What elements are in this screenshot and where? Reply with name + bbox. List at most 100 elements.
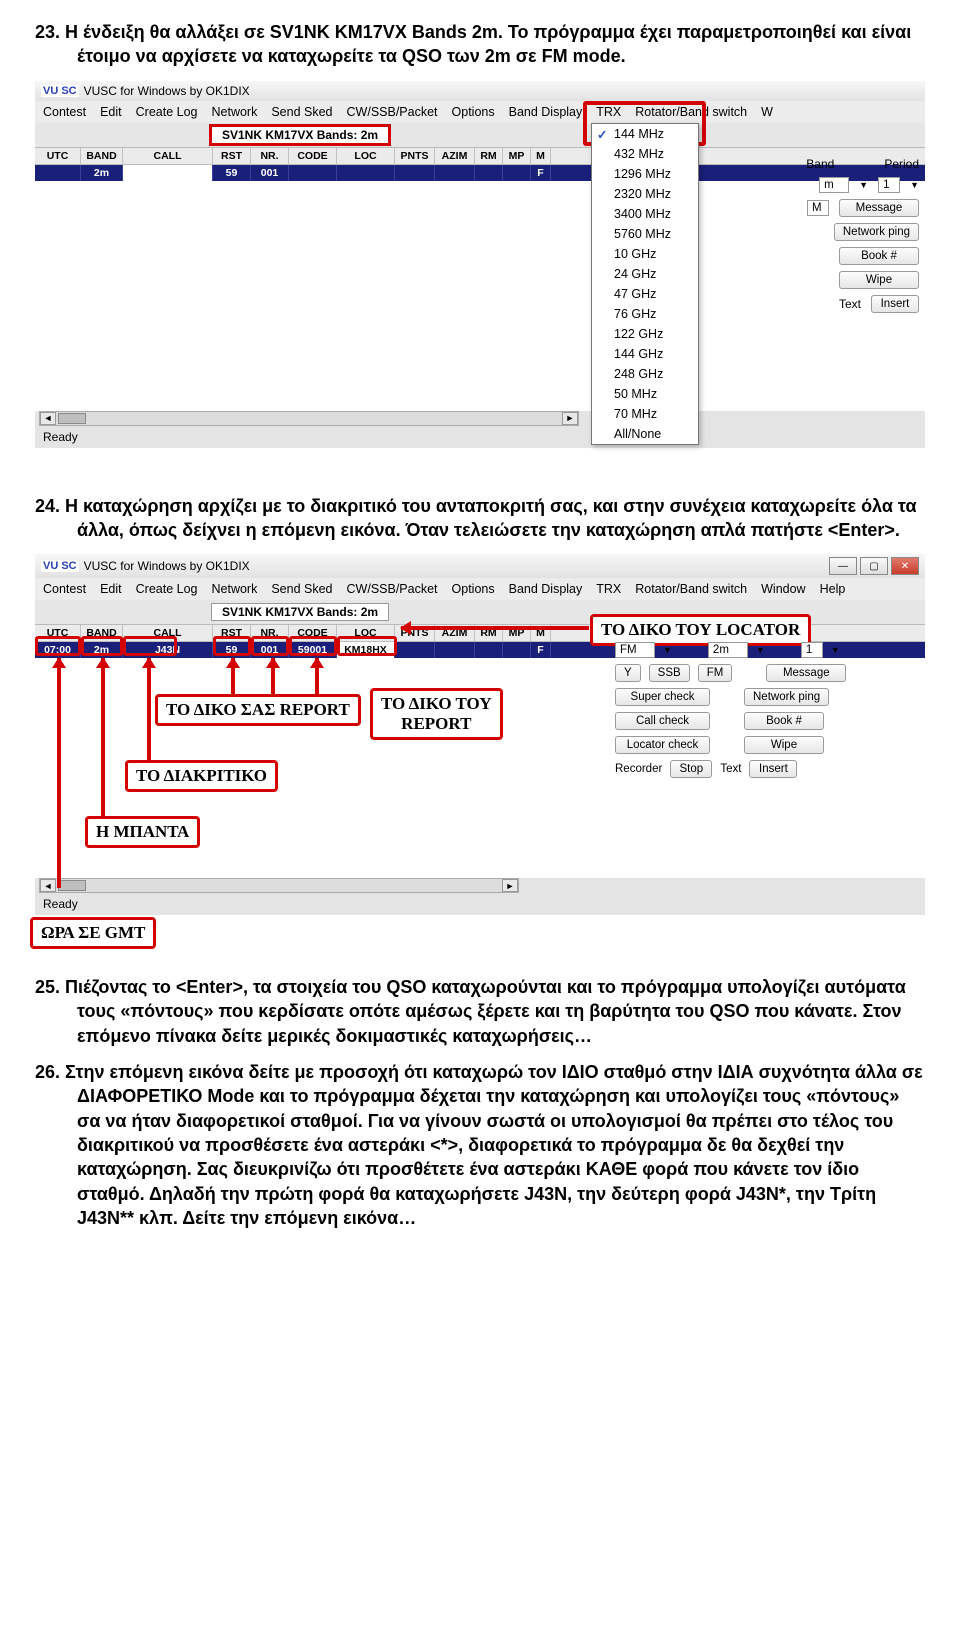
menu-send-sked[interactable]: Send Sked bbox=[271, 105, 332, 119]
close-icon[interactable]: ✕ bbox=[891, 557, 919, 575]
cell-utc[interactable]: 07:00 bbox=[35, 642, 81, 658]
cell-band[interactable]: 2m bbox=[81, 165, 123, 181]
cell-code[interactable]: 59001 bbox=[289, 642, 337, 658]
cell-nr[interactable]: 001 bbox=[251, 165, 289, 181]
maximize-icon[interactable]: ▢ bbox=[860, 557, 888, 575]
chevron-down-icon[interactable]: ▼ bbox=[756, 645, 765, 655]
chevron-down-icon[interactable]: ▼ bbox=[663, 645, 672, 655]
cell-pnts bbox=[395, 165, 435, 181]
menu-edit[interactable]: Edit bbox=[100, 105, 122, 119]
status-bar: Ready bbox=[35, 426, 925, 448]
dd-144mhz[interactable]: 144 MHz bbox=[592, 124, 698, 144]
scrollbar[interactable]: ◄ ► bbox=[39, 878, 519, 893]
menu-network[interactable]: Network bbox=[212, 105, 258, 119]
cell-loc[interactable] bbox=[337, 165, 395, 181]
dd-1296mhz[interactable]: 1296 MHz bbox=[592, 164, 698, 184]
btn-wipe[interactable]: Wipe bbox=[744, 736, 824, 754]
col-band: BAND bbox=[81, 148, 123, 164]
right-panel: BandPeriod m▼ 1▼ MMessage Network ping B… bbox=[714, 157, 919, 319]
cell-loc[interactable]: KM18HX bbox=[337, 642, 395, 658]
menu-cw-ssb-packet[interactable]: CW/SSB/Packet bbox=[347, 105, 438, 119]
dd-50mhz[interactable]: 50 MHz bbox=[592, 384, 698, 404]
chevron-down-icon[interactable]: ▼ bbox=[859, 180, 868, 190]
minimize-icon[interactable]: — bbox=[829, 557, 857, 575]
btn-call-check[interactable]: Call check bbox=[615, 712, 710, 730]
cell-rst[interactable]: 59 bbox=[213, 642, 251, 658]
menu-edit[interactable]: Edit bbox=[100, 582, 122, 596]
window-buttons: — ▢ ✕ bbox=[829, 557, 919, 575]
menu-create-log[interactable]: Create Log bbox=[136, 582, 198, 596]
btn-ssb[interactable]: SSB bbox=[649, 664, 690, 682]
dd-24ghz[interactable]: 24 GHz bbox=[592, 264, 698, 284]
btn-y[interactable]: Y bbox=[615, 664, 641, 682]
sel-2m[interactable]: 2m bbox=[708, 642, 748, 658]
menu-band-display[interactable]: Band Display bbox=[509, 105, 583, 119]
scroll-right-icon[interactable]: ► bbox=[502, 879, 518, 892]
dd-144ghz[interactable]: 144 GHz bbox=[592, 344, 698, 364]
band-display-dropdown[interactable]: 144 MHz 432 MHz 1296 MHz 2320 MHz 3400 M… bbox=[591, 123, 699, 445]
btn-insert[interactable]: Insert bbox=[871, 295, 919, 313]
cell-call[interactable]: J43N bbox=[123, 642, 213, 658]
menu-cut[interactable]: W bbox=[761, 105, 773, 119]
cell-utc[interactable] bbox=[35, 165, 81, 181]
btn-fm[interactable]: FM bbox=[698, 664, 733, 682]
dd-432mhz[interactable]: 432 MHz bbox=[592, 144, 698, 164]
scroll-right-icon[interactable]: ► bbox=[562, 412, 578, 425]
menu-band-display[interactable]: Band Display bbox=[509, 582, 583, 596]
cell-code[interactable] bbox=[289, 165, 337, 181]
btn-book[interactable]: Book # bbox=[744, 712, 824, 730]
btn-message[interactable]: Message bbox=[766, 664, 846, 682]
menu-send-sked[interactable]: Send Sked bbox=[271, 582, 332, 596]
menu-create-log[interactable]: Create Log bbox=[136, 105, 198, 119]
menu-options[interactable]: Options bbox=[452, 105, 495, 119]
menu-options[interactable]: Options bbox=[452, 582, 495, 596]
sel-1[interactable]: 1 bbox=[878, 177, 900, 193]
btn-network-ping[interactable]: Network ping bbox=[834, 223, 919, 241]
cell-rst[interactable]: 59 bbox=[213, 165, 251, 181]
cell-call[interactable] bbox=[123, 165, 213, 181]
menu-contest[interactable]: Contest bbox=[43, 105, 86, 119]
sel-fm[interactable]: FM bbox=[615, 642, 655, 658]
dd-70mhz[interactable]: 70 MHz bbox=[592, 404, 698, 424]
btn-stop[interactable]: Stop bbox=[670, 760, 712, 778]
scroll-thumb[interactable] bbox=[58, 880, 86, 891]
cell-band[interactable]: 2m bbox=[81, 642, 123, 658]
dd-248ghz[interactable]: 248 GHz bbox=[592, 364, 698, 384]
btn-network-ping[interactable]: Network ping bbox=[744, 688, 829, 706]
scroll-left-icon[interactable]: ◄ bbox=[40, 412, 56, 425]
scrollbar[interactable]: ◄ ► bbox=[39, 411, 579, 426]
cell-nr[interactable]: 001 bbox=[251, 642, 289, 658]
btn-wipe[interactable]: Wipe bbox=[839, 271, 919, 289]
dd-76ghz[interactable]: 76 GHz bbox=[592, 304, 698, 324]
sel-msg[interactable]: M bbox=[807, 200, 829, 216]
sel-1[interactable]: 1 bbox=[801, 642, 823, 658]
dd-allnone[interactable]: All/None bbox=[592, 424, 698, 444]
menu-contest[interactable]: Contest bbox=[43, 582, 86, 596]
btn-insert[interactable]: Insert bbox=[749, 760, 797, 778]
dd-10ghz[interactable]: 10 GHz bbox=[592, 244, 698, 264]
menu-trx[interactable]: TRX bbox=[596, 105, 621, 119]
btn-locator-check[interactable]: Locator check bbox=[615, 736, 710, 754]
col-code: CODE bbox=[289, 625, 337, 641]
menu-trx[interactable]: TRX bbox=[596, 582, 621, 596]
scroll-thumb[interactable] bbox=[58, 413, 86, 424]
chevron-down-icon[interactable]: ▼ bbox=[831, 645, 840, 655]
sel-m[interactable]: m bbox=[819, 177, 849, 193]
btn-book[interactable]: Book # bbox=[839, 247, 919, 265]
dd-3400mhz[interactable]: 3400 MHz bbox=[592, 204, 698, 224]
cell-azim bbox=[435, 165, 475, 181]
dd-5760mhz[interactable]: 5760 MHz bbox=[592, 224, 698, 244]
menu-rotator[interactable]: Rotator/Band switch bbox=[635, 105, 747, 119]
menu-network[interactable]: Network bbox=[212, 582, 258, 596]
dd-122ghz[interactable]: 122 GHz bbox=[592, 324, 698, 344]
menu-cw-ssb-packet[interactable]: CW/SSB/Packet bbox=[347, 582, 438, 596]
menu-window[interactable]: Window bbox=[761, 582, 805, 596]
menu-rotator[interactable]: Rotator/Band switch bbox=[635, 582, 747, 596]
dd-2320mhz[interactable]: 2320 MHz bbox=[592, 184, 698, 204]
dd-47ghz[interactable]: 47 GHz bbox=[592, 284, 698, 304]
chevron-down-icon[interactable]: ▼ bbox=[910, 180, 919, 190]
btn-super-check[interactable]: Super check bbox=[615, 688, 710, 706]
btn-message[interactable]: Message bbox=[839, 199, 919, 217]
scroll-left-icon[interactable]: ◄ bbox=[40, 879, 56, 892]
menu-help[interactable]: Help bbox=[820, 582, 846, 596]
